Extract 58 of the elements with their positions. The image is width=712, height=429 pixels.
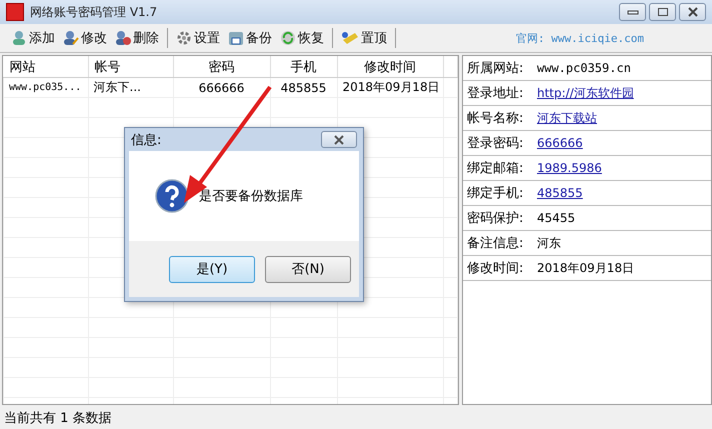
settings-icon <box>176 30 192 46</box>
toolbar-button[interactable]: 添加 <box>8 29 58 47</box>
status-text: 当前共有 1 条数据 <box>4 410 112 427</box>
field-value: 2018年09月18日 <box>537 260 634 276</box>
question-icon <box>155 179 189 213</box>
table-cell: www.pc035... <box>4 78 88 98</box>
toolbar-button[interactable]: 备份 <box>225 29 275 47</box>
field-label: 备注信息: <box>467 235 524 252</box>
dialog-message: 是否要备份数据库 <box>199 188 303 205</box>
table-cell: 2018年09月18日 <box>337 78 443 98</box>
field-value: 45455 <box>537 211 576 225</box>
pin-icon <box>341 30 359 46</box>
website-text: 官网: www.iciqie.com <box>516 30 644 46</box>
column-header[interactable]: 网站 <box>4 56 88 78</box>
user-pencil-icon <box>63 30 79 46</box>
close-icon <box>686 7 698 17</box>
column-header[interactable]: 帐号 <box>88 56 173 78</box>
field-link[interactable]: 1989.5986 <box>537 161 602 175</box>
maximize-icon <box>656 7 668 17</box>
toolbar-button[interactable]: 设置 <box>173 29 223 47</box>
field-link[interactable]: 666666 <box>537 136 583 150</box>
field-label: 密码保护: <box>467 210 524 227</box>
toolbar-button[interactable]: 置顶 <box>338 29 390 47</box>
field-link[interactable]: 485855 <box>537 186 583 200</box>
dialog-title: 信息: <box>131 132 162 148</box>
column-header[interactable]: 密码 <box>173 56 270 78</box>
maximize-button[interactable] <box>649 3 676 21</box>
minimize-button[interactable] <box>619 3 646 21</box>
close-button[interactable] <box>321 131 357 148</box>
close-icon <box>333 134 345 144</box>
field-link[interactable]: 河东下载站 <box>537 110 597 126</box>
users-icon <box>115 30 131 46</box>
dialog-button[interactable]: 是(Y) <box>169 256 255 282</box>
toolbar-button[interactable]: 恢复 <box>277 29 327 47</box>
field-value: www.pc0359.cn <box>537 61 631 75</box>
column-header[interactable]: 手机 <box>270 56 337 78</box>
close-button[interactable] <box>679 3 706 21</box>
table-cell: 666666 <box>173 78 270 98</box>
table-cell: 485855 <box>270 78 337 98</box>
minimize-icon <box>626 8 638 16</box>
app-icon <box>6 3 24 21</box>
window-title: 网络账号密码管理 V1.7 <box>30 4 158 20</box>
toolbar-button[interactable]: 修改 <box>60 29 110 47</box>
field-label: 所属网站: <box>467 60 524 77</box>
field-label: 帐号名称: <box>467 110 524 127</box>
field-value: 河东 <box>537 234 561 252</box>
field-label: 绑定手机: <box>467 185 524 202</box>
field-label: 登录地址: <box>467 85 524 102</box>
column-header[interactable]: 修改时间 <box>337 56 443 78</box>
field-label: 修改时间: <box>467 260 524 277</box>
table-cell: 河东下... <box>88 78 173 98</box>
field-link[interactable]: http://河东软件园 <box>537 84 634 102</box>
field-label: 登录密码: <box>467 135 524 152</box>
refresh-icon <box>280 30 296 46</box>
users-icon <box>11 30 27 46</box>
field-label: 绑定邮箱: <box>467 160 524 177</box>
toolbar-button[interactable]: 删除 <box>112 29 162 47</box>
dialog-button[interactable]: 否(N) <box>265 256 351 282</box>
